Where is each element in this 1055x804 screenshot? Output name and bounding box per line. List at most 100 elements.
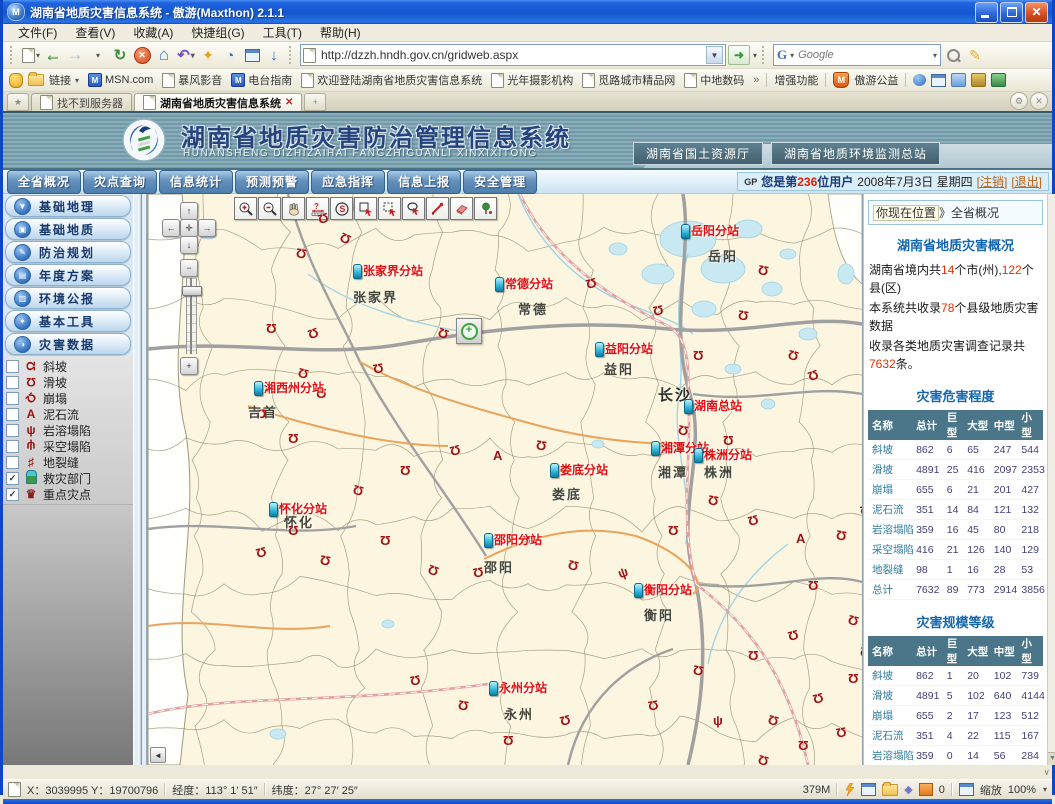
search-go-button[interactable]: [943, 44, 963, 66]
paint-plugin-icon[interactable]: [971, 73, 986, 87]
disaster-symbol[interactable]: Ω: [288, 432, 298, 445]
tab-close-icon[interactable]: ✕: [285, 97, 293, 108]
pan-center-button[interactable]: ✛: [180, 219, 198, 237]
window-list-button[interactable]: [242, 44, 262, 66]
collapse-chevron-icon[interactable]: ∨: [1043, 767, 1050, 778]
row-name[interactable]: 总计: [868, 580, 915, 600]
more-links-chevron-icon[interactable]: »: [753, 74, 759, 86]
boost-icon[interactable]: [844, 783, 855, 796]
scroll-down-icon[interactable]: ▼: [1048, 752, 1055, 765]
disaster-symbol[interactable]: Ω: [472, 565, 485, 580]
layer-checkbox-1[interactable]: [6, 376, 19, 389]
nav-tab-0[interactable]: 全省概况: [7, 170, 81, 194]
popup-blocker-icon[interactable]: [861, 783, 876, 796]
disaster-symbol[interactable]: Ω: [380, 534, 390, 547]
logout-link[interactable]: [注销]: [977, 173, 1008, 190]
popup-window-plugin-icon[interactable]: [931, 74, 946, 87]
blocked-counter-icon[interactable]: [919, 783, 933, 796]
go-caret-icon[interactable]: ▾: [753, 51, 757, 60]
history-dropdown-button[interactable]: ▾: [88, 44, 108, 66]
disaster-symbol[interactable]: Ω: [737, 308, 750, 323]
refresh-button[interactable]: ↻: [110, 44, 130, 66]
minimize-button[interactable]: [975, 2, 998, 23]
pan-up-button[interactable]: ↑: [180, 202, 198, 220]
plugin-diamond-icon[interactable]: ◆: [904, 783, 912, 796]
row-name[interactable]: 采空塌陷: [868, 540, 915, 560]
pan-down-button[interactable]: ↓: [180, 236, 198, 254]
deselect-rectangle-tool[interactable]: [378, 197, 401, 220]
sidebar-section-0[interactable]: ▼基础地理: [5, 195, 131, 217]
zoom-value[interactable]: 100%: [1008, 784, 1036, 796]
map-view[interactable]: ? S ↑ ← ✛ → ↓ − +: [147, 194, 863, 765]
eraser-tool[interactable]: [450, 197, 473, 220]
layer-checkbox-7[interactable]: ✓: [6, 472, 19, 485]
pan-right-button[interactable]: →: [198, 219, 216, 237]
disaster-symbol[interactable]: Ω: [457, 698, 470, 713]
download-button[interactable]: ↓: [264, 44, 284, 66]
link-item-2[interactable]: 暴风影音: [162, 72, 222, 88]
disaster-symbol[interactable]: Ω: [400, 464, 410, 477]
splitter[interactable]: [133, 194, 147, 765]
go-button[interactable]: ➜: [728, 45, 750, 65]
disaster-symbol[interactable]: A: [493, 449, 502, 462]
undo-button[interactable]: ↶▾: [176, 44, 196, 66]
nav-tab-2[interactable]: 信息统计: [159, 170, 233, 194]
nav-tab-5[interactable]: 信息上报: [387, 170, 461, 194]
breadcrumb-page[interactable]: 全省概况: [951, 206, 999, 220]
disaster-symbol[interactable]: Ω: [535, 438, 548, 453]
sidebar-section-4[interactable]: ▥环境公报: [5, 287, 131, 309]
nav-tab-6[interactable]: 安全管理: [463, 170, 537, 194]
sidebar-section-6[interactable]: ◑灾害数据: [5, 333, 131, 355]
disaster-symbol[interactable]: Ω: [693, 349, 703, 362]
nav-tab-1[interactable]: 灾点查询: [83, 170, 157, 194]
link-item-1[interactable]: MMSN.com: [88, 73, 153, 87]
google-engine-icon[interactable]: G: [777, 47, 787, 63]
zoom-in-tool[interactable]: [234, 197, 257, 220]
favorites-tab-button[interactable]: ★: [7, 93, 29, 111]
menu-item-1[interactable]: 查看(V): [66, 24, 124, 41]
select-rectangle-tool[interactable]: [354, 197, 377, 220]
disaster-symbol[interactable]: Ω: [409, 673, 422, 688]
row-name[interactable]: 斜坡: [868, 440, 915, 460]
disaster-symbol[interactable]: Ω: [692, 663, 705, 678]
row-name[interactable]: 斜坡: [868, 666, 915, 686]
zoom-panes-icon[interactable]: [959, 783, 974, 796]
link-item-0[interactable]: 链接▾: [49, 72, 79, 88]
search-input[interactable]: [796, 48, 930, 62]
restore-button[interactable]: [1000, 2, 1023, 23]
pan-tool[interactable]: [282, 197, 305, 220]
browser-tab-1[interactable]: 湖南省地质灾害信息系统✕: [134, 93, 302, 111]
menu-item-2[interactable]: 收藏(A): [124, 24, 182, 41]
sidebar-section-5[interactable]: ✦基本工具: [5, 310, 131, 332]
sidebar-section-3[interactable]: ▤年度方案: [5, 264, 131, 286]
menu-item-0[interactable]: 文件(F): [9, 24, 66, 41]
locate-button[interactable]: +: [456, 318, 482, 344]
zoom-out-tool[interactable]: [258, 197, 281, 220]
layer-checkbox-4[interactable]: [6, 424, 19, 437]
row-name[interactable]: 地裂缝: [868, 560, 915, 580]
maxthon-charity-link[interactable]: 傲游公益: [854, 72, 898, 88]
disaster-symbol[interactable]: Ω: [835, 725, 848, 740]
zoom-slider-handle[interactable]: [182, 286, 202, 296]
forward-button[interactable]: →: [65, 44, 85, 66]
org-button-0[interactable]: 湖南省国土资源厅: [633, 142, 763, 165]
link-item-7[interactable]: 中地数码: [684, 72, 744, 88]
address-dropdown-icon[interactable]: ▼: [706, 46, 723, 64]
disaster-symbol[interactable]: Ω: [808, 579, 818, 592]
row-name[interactable]: 岩溶塌陷: [868, 746, 915, 766]
menu-item-3[interactable]: 快捷组(G): [182, 24, 253, 41]
back-button[interactable]: ←: [43, 44, 63, 66]
zoom-slider-plus-button[interactable]: +: [180, 357, 198, 375]
page-scrollbar[interactable]: ▼: [1047, 194, 1055, 765]
menu-item-5[interactable]: 帮助(H): [311, 24, 370, 41]
session-folder-icon[interactable]: [882, 784, 898, 796]
plus-features-link[interactable]: 增强功能: [774, 72, 818, 88]
magic-fill-button[interactable]: ✦: [198, 44, 218, 66]
exit-link[interactable]: [退出]: [1011, 173, 1042, 190]
close-button[interactable]: ✕: [1025, 2, 1048, 23]
map-scroll-left-button[interactable]: ◄: [150, 747, 166, 763]
org-button-1[interactable]: 湖南省地质环境监测总站: [771, 142, 940, 165]
sidebar-section-1[interactable]: ▣基础地质: [5, 218, 131, 240]
browser-tab-0[interactable]: 找不到服务器: [31, 93, 132, 111]
messenger-plugin-icon[interactable]: [913, 74, 926, 86]
